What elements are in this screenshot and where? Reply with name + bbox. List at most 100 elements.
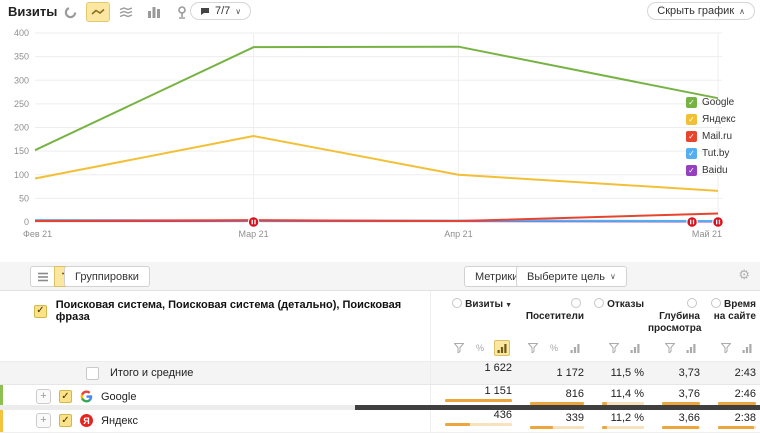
row-label[interactable]: Google — [101, 391, 136, 403]
filters-visitors: % — [516, 341, 588, 355]
metric-radio[interactable] — [594, 298, 604, 308]
line-chart-icon[interactable] — [86, 2, 110, 22]
svg-text:100: 100 — [14, 170, 29, 180]
column-header-visitors[interactable]: Посетители — [516, 291, 588, 323]
chart-type-switcher — [58, 2, 194, 22]
svg-text:250: 250 — [14, 99, 29, 109]
row-checkbox[interactable] — [59, 414, 72, 427]
legend-item-google[interactable]: Google — [686, 97, 736, 108]
column-header-time[interactable]: Время на сайте — [704, 291, 760, 323]
svg-text:200: 200 — [14, 123, 29, 133]
mini-bars-icon[interactable] — [684, 341, 698, 355]
visitors-value: 339 — [516, 412, 584, 424]
value-bar — [530, 426, 584, 429]
table-toolbar: Группировки Метрики Выберите цель∨ ⚙ — [0, 262, 760, 291]
select-goal-dropdown[interactable]: Выберите цель∨ — [516, 266, 627, 287]
svg-text:Мар 21: Мар 21 — [238, 229, 268, 239]
scrollbar-thumb[interactable] — [355, 405, 760, 410]
visitors-value: 816 — [516, 388, 584, 400]
funnel-icon[interactable] — [526, 341, 540, 355]
period-dropdown[interactable]: 7/7 ∨ — [190, 2, 251, 20]
select-all-checkbox[interactable] — [34, 305, 47, 318]
pie-chart-icon[interactable] — [58, 2, 82, 22]
svg-text:300: 300 — [14, 75, 29, 85]
funnel-icon[interactable] — [719, 341, 733, 355]
svg-text:0: 0 — [24, 217, 29, 227]
svg-text:50: 50 — [19, 193, 29, 203]
metric-radio[interactable] — [711, 298, 721, 308]
row-label[interactable]: Яндекс — [101, 415, 138, 427]
metric-radio[interactable] — [687, 298, 697, 308]
horizontal-scrollbar[interactable] — [0, 405, 760, 410]
time-value: 2:46 — [704, 388, 756, 400]
legend-label: Яндекс — [702, 114, 736, 125]
table-header-row: Поисковая система, Поисковая система (де… — [0, 291, 760, 335]
filters-bounce — [588, 341, 648, 355]
svg-text:Май 21: Май 21 — [692, 229, 722, 239]
legend-item-yandex[interactable]: Яндекс — [686, 114, 736, 125]
column-filter-row: % % — [0, 335, 760, 362]
funnel-icon[interactable] — [607, 341, 621, 355]
svg-text:150: 150 — [14, 146, 29, 156]
column-header-visits[interactable]: Визиты▼ — [430, 291, 516, 335]
gear-icon[interactable]: ⚙ — [738, 268, 750, 281]
row-checkbox[interactable] — [59, 390, 72, 403]
expand-row-button[interactable] — [36, 389, 51, 404]
legend-checkbox[interactable] — [686, 165, 697, 176]
row-label: Итого и средние — [110, 367, 193, 379]
column-header-bounce[interactable]: Отказы — [588, 291, 648, 311]
expand-row-button[interactable] — [36, 413, 51, 428]
yandex-logo-icon: Я — [80, 414, 93, 427]
funnel-icon[interactable] — [452, 341, 466, 355]
filters-visits: % — [430, 335, 516, 361]
flat-list-view-icon[interactable] — [30, 266, 55, 287]
legend-checkbox[interactable] — [686, 148, 697, 159]
chart-annotation-marker[interactable] — [687, 217, 697, 227]
value-bar — [718, 426, 756, 429]
value-bar — [662, 426, 700, 429]
value-bar — [445, 399, 512, 402]
row-accent — [0, 409, 3, 432]
percent-icon[interactable]: % — [473, 341, 487, 355]
mini-bars-icon[interactable] — [628, 341, 642, 355]
row-checkbox[interactable] — [86, 367, 99, 380]
hide-chart-button[interactable]: Скрыть график ∧ — [647, 2, 755, 20]
mini-bars-icon[interactable] — [494, 340, 510, 356]
depth-value: 3,73 — [648, 367, 700, 379]
legend-item-mailru[interactable]: Mail.ru — [686, 131, 736, 142]
report-table: Поисковая система, Поисковая система (де… — [0, 291, 760, 433]
period-value: 7/7 — [215, 5, 230, 17]
chart-annotation-marker[interactable] — [248, 217, 258, 227]
metric-radio[interactable] — [452, 298, 462, 308]
mini-bars-icon[interactable] — [568, 341, 582, 355]
legend-label: Mail.ru — [702, 131, 732, 142]
funnel-icon[interactable] — [663, 341, 677, 355]
metric-radio[interactable] — [571, 298, 581, 308]
chart-annotation-marker[interactable] — [713, 217, 723, 227]
legend-checkbox[interactable] — [686, 114, 697, 125]
depth-value: 3,76 — [648, 388, 700, 400]
legend-item-baidu[interactable]: Baidu — [686, 165, 736, 176]
stacked-area-icon[interactable] — [114, 2, 138, 22]
bounce-value: 11,2 % — [588, 412, 644, 424]
legend-checkbox[interactable] — [686, 131, 697, 142]
visitors-value: 1 172 — [516, 367, 584, 379]
legend-label: Google — [702, 97, 734, 108]
legend-item-tutby[interactable]: Tut.by — [686, 148, 736, 159]
legend-checkbox[interactable] — [686, 97, 697, 108]
bounce-value: 11,5 % — [588, 367, 644, 379]
percent-icon[interactable]: % — [547, 341, 561, 355]
chart-toolbar: Визиты 7/7 ∨ Скрыть график ∧ — [0, 0, 760, 24]
groupings-button[interactable]: Группировки — [64, 266, 150, 287]
time-value: 2:38 — [704, 412, 756, 424]
page-title: Визиты — [8, 4, 57, 19]
sort-desc-icon: ▼ — [505, 302, 512, 309]
chevron-down-icon: ∨ — [610, 272, 616, 281]
mini-bars-icon[interactable] — [740, 341, 754, 355]
svg-text:350: 350 — [14, 52, 29, 62]
dimensions-label[interactable]: Поисковая система, Поисковая система (де… — [56, 299, 430, 323]
bar-chart-icon[interactable] — [142, 2, 166, 22]
column-header-depth[interactable]: Глубина просмотра — [648, 291, 704, 335]
svg-text:400: 400 — [14, 28, 29, 38]
bounce-value: 11,4 % — [588, 388, 644, 400]
